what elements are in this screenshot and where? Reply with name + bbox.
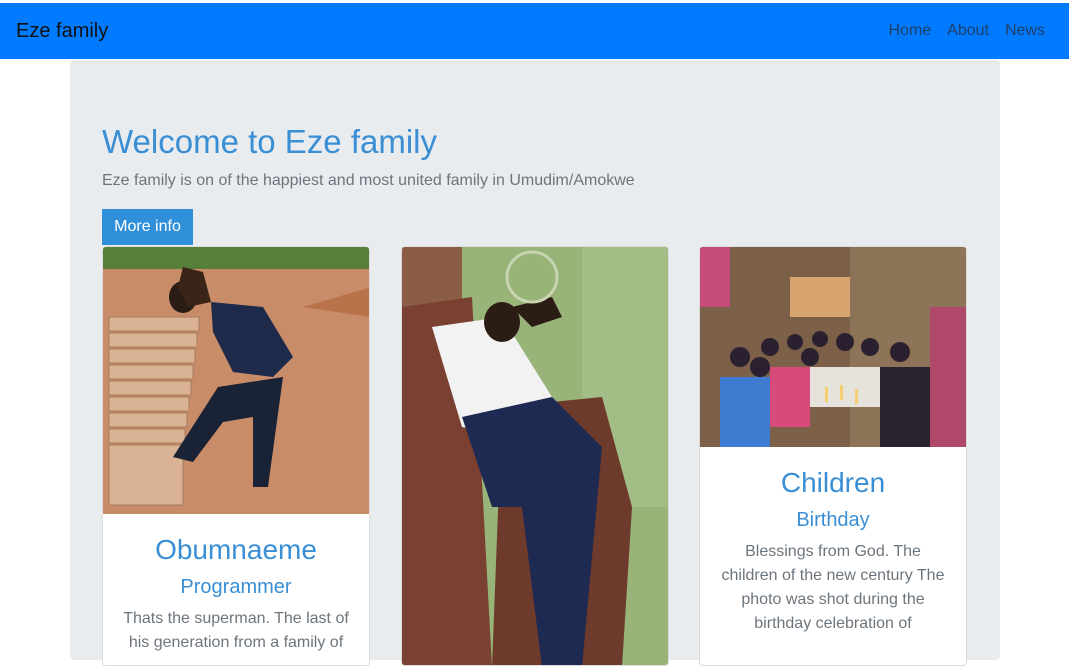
- navbar: Eze family Home About News: [0, 3, 1069, 59]
- card-couch: [401, 246, 669, 666]
- lead-text: Eze family is on of the happiest and mos…: [102, 172, 635, 189]
- card-subtitle: Birthday: [796, 509, 870, 531]
- man-posing-photo: [103, 247, 369, 514]
- card-subtitle: Programmer: [180, 576, 292, 598]
- card-title: Obumnaeme: [155, 534, 317, 565]
- children-birthday-photo: [700, 247, 966, 447]
- page-title: Welcome to Eze family: [102, 123, 437, 160]
- card-obumnaeme: Obumnaeme Programmer Thats the superman.…: [102, 246, 370, 666]
- card-image: [103, 247, 369, 514]
- card-text: Thats the superman. The last of his gene…: [123, 610, 349, 651]
- nav-link-home[interactable]: Home: [880, 22, 939, 40]
- man-on-couch-photo: [402, 247, 668, 665]
- card-image: [402, 247, 668, 665]
- card-image: [700, 247, 966, 447]
- nav-link-news[interactable]: News: [997, 22, 1053, 40]
- navbar-brand[interactable]: Eze family: [16, 20, 108, 43]
- card-text: Blessings from God. The children of the …: [721, 543, 945, 632]
- card-title: Children: [780, 467, 886, 498]
- card-children: Children Birthday Blessings from God. Th…: [699, 246, 967, 666]
- nav-links: Home About News: [880, 22, 1053, 40]
- nav-link-about[interactable]: About: [939, 22, 997, 40]
- more-info-button[interactable]: More info: [102, 209, 193, 245]
